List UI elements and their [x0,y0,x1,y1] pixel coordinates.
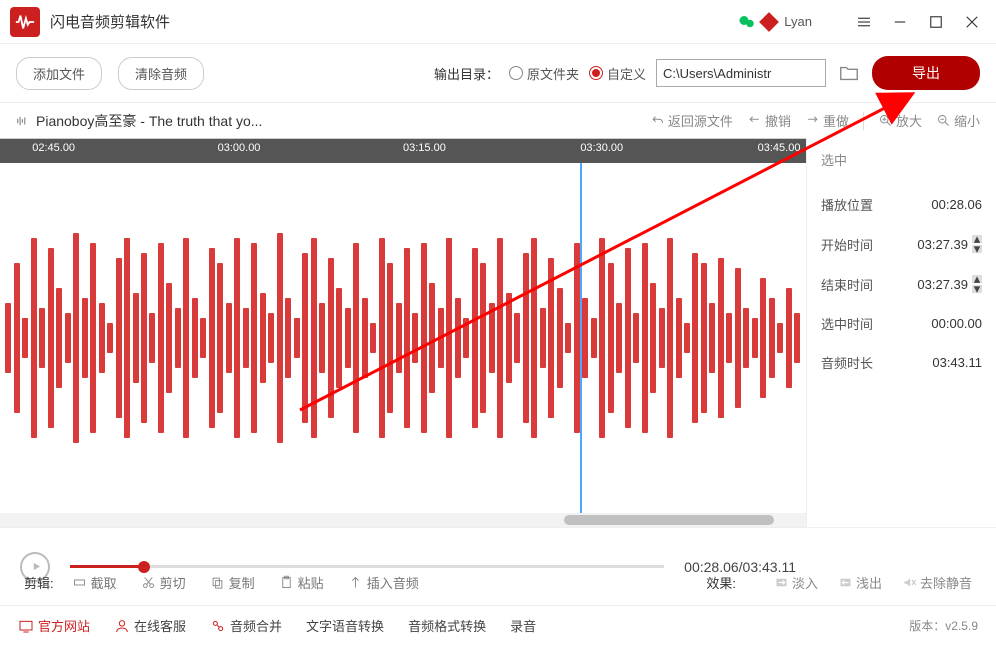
info-panel: 选中 播放位置 00:28.06 开始时间 03:27.39 ▴▾ 结束时间 03:27… [806,138,996,527]
selection-time-value: 00:00.00 [931,316,982,331]
support-link[interactable]: 在线客服 [114,616,186,635]
radio-custom-folder[interactable]: 自定义 [589,64,646,83]
file-header: Pianoboy高至豪 - The truth that yo... 返回源文件… [0,102,996,138]
undo-button[interactable]: 撤销 [747,111,791,130]
ruby-icon [759,12,779,32]
footer: 官方网站 在线客服 音频合并 文字语音转换 音频格式转换 录音 版本：v2.5.… [0,605,996,645]
paste-button[interactable]: 粘贴 [279,573,324,592]
output-dir-label: 输出目录： [434,64,499,83]
start-time-value: 03:27.39 [917,237,968,252]
copy-button[interactable]: 复制 [210,573,255,592]
fx-label: 效果: [706,573,736,592]
user-name[interactable]: Lyan [784,14,812,29]
time-ruler[interactable]: 02:45.00 03:00.00 03:15.00 03:30.00 03:4… [0,139,806,163]
start-time-stepper[interactable]: ▴▾ [972,234,982,254]
waveform-canvas[interactable] [0,163,806,513]
merge-audio-link[interactable]: 音频合并 [210,616,282,635]
app-title: 闪电音频剪辑软件 [50,11,170,32]
official-site-link[interactable]: 官方网站 [18,616,90,635]
title-bar: 闪电音频剪辑软件 Lyan [0,0,996,44]
cut-button[interactable]: 剪切 [141,573,186,592]
end-time-label: 结束时间 [821,275,873,294]
edit-label: 剪辑: [24,573,54,592]
playhead[interactable] [580,163,582,513]
panel-heading: 选中 [821,150,982,169]
version-label: 版本：v2.5.9 [909,617,978,634]
ruler-tick: 03:00.00 [218,142,261,154]
radio-original-folder[interactable]: 原文件夹 [509,64,579,83]
output-path-input[interactable] [656,59,826,87]
toolbar: 添加文件 清除音频 输出目录： 原文件夹 自定义 导出 [0,44,996,102]
start-time-label: 开始时间 [821,235,873,254]
ruler-tick: 03:15.00 [403,142,446,154]
duration-value: 03:43.11 [932,355,982,370]
scrollbar-thumb[interactable] [564,515,774,525]
insert-audio-button[interactable]: 插入音频 [348,573,419,592]
fade-in-button[interactable]: 淡入 [774,573,818,592]
clear-audio-button[interactable]: 清除音频 [118,57,204,90]
ruler-tick: 03:45.00 [758,142,801,154]
tts-link[interactable]: 文字语音转换 [306,616,384,635]
divider [863,112,864,130]
export-button[interactable]: 导出 [872,56,980,90]
fade-out-button[interactable]: 浅出 [838,573,882,592]
selection-time-label: 选中时间 [821,314,873,333]
main-area: 02:45.00 03:00.00 03:15.00 03:30.00 03:4… [0,138,996,527]
record-link[interactable]: 录音 [510,616,536,635]
end-time-stepper[interactable]: ▴▾ [972,274,982,294]
format-convert-link[interactable]: 音频格式转换 [408,616,486,635]
close-button[interactable] [958,8,986,36]
ruler-tick: 02:45.00 [32,142,75,154]
return-source-button[interactable]: 返回源文件 [650,111,733,130]
trim-button[interactable]: 截取 [72,573,117,592]
play-pos-value: 00:28.06 [931,197,982,212]
maximize-button[interactable] [922,8,950,36]
menu-icon[interactable] [850,8,878,36]
zoom-in-button[interactable]: 放大 [878,111,922,130]
ruler-tick: 03:30.00 [580,142,623,154]
waveform-icon [16,114,30,128]
play-pos-label: 播放位置 [821,195,873,214]
minimize-button[interactable] [886,8,914,36]
remove-silence-button[interactable]: 去除静音 [902,573,972,592]
file-name: Pianoboy高至豪 - The truth that yo... [36,111,262,131]
edit-toolbar: 剪辑: 截取 剪切 复制 粘贴 插入音频 效果: 淡入 浅出 去除静音 [0,559,996,605]
horizontal-scrollbar[interactable] [0,513,806,527]
zoom-out-button[interactable]: 缩小 [936,111,980,130]
add-file-button[interactable]: 添加文件 [16,57,102,90]
waveform-pane: 02:45.00 03:00.00 03:15.00 03:30.00 03:4… [0,138,806,527]
end-time-value: 03:27.39 [917,277,968,292]
redo-button[interactable]: 重做 [805,111,849,130]
browse-folder-icon[interactable] [838,62,860,84]
wechat-icon[interactable] [738,13,756,31]
duration-label: 音频时长 [821,353,873,372]
app-logo [10,7,40,37]
